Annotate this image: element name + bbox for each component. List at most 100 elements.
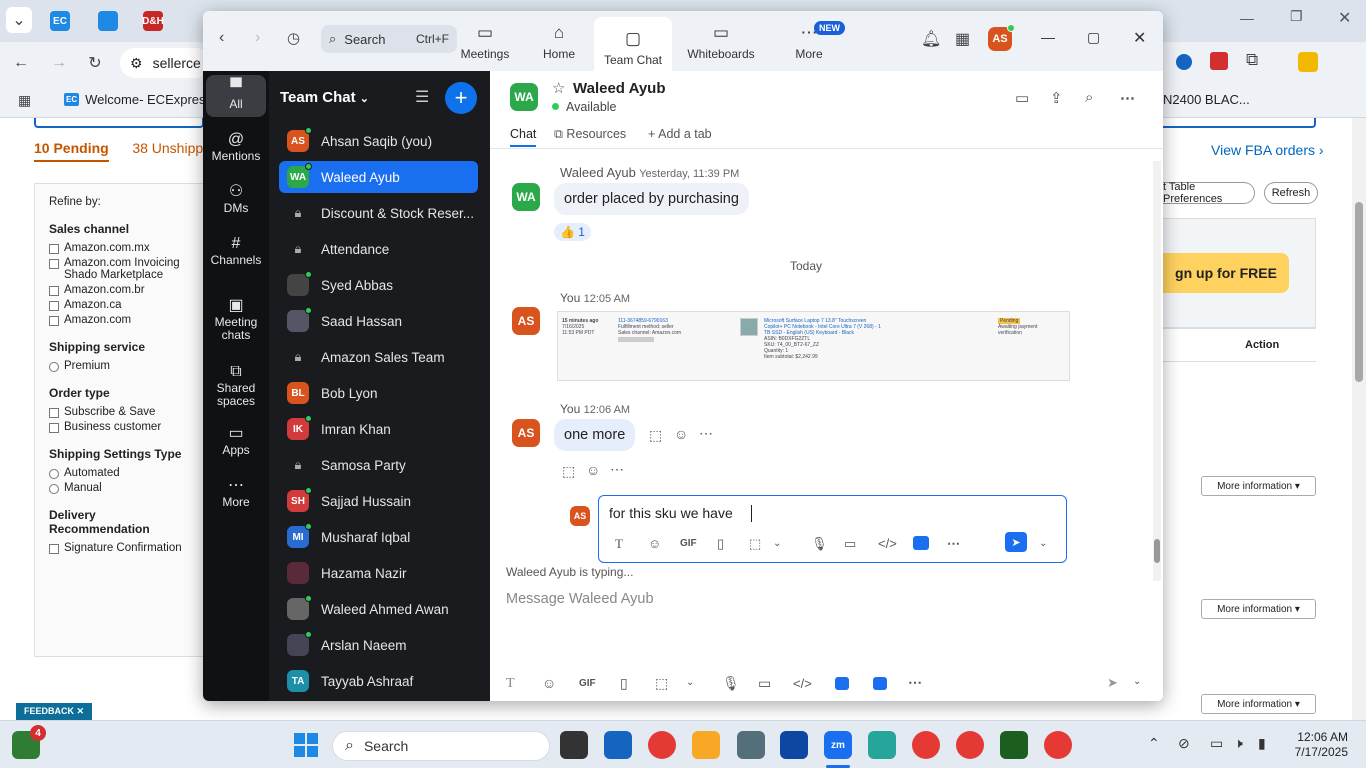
close-icon[interactable]: ✕: [1133, 28, 1146, 48]
history-icon[interactable]: ◷: [287, 29, 300, 47]
checkbox[interactable]: [49, 244, 59, 254]
puzzle-icon[interactable]: ⧉: [1246, 50, 1258, 70]
app-icon[interactable]: [913, 536, 929, 550]
chrome-icon[interactable]: [912, 731, 940, 759]
refine-option[interactable]: Subscribe & Save: [49, 406, 194, 418]
zoom-search-bar[interactable]: ⌕ Search Ctrl+F: [321, 25, 457, 53]
minimize-icon[interactable]: —: [1041, 29, 1055, 45]
rail-all[interactable]: ▀ All: [206, 75, 266, 117]
refine-option[interactable]: Amazon.com: [49, 314, 194, 326]
tab-resources[interactable]: ⧉ Resources: [554, 127, 626, 142]
radio-button[interactable]: [49, 362, 59, 372]
chat-scrollbar-thumb[interactable]: [1154, 539, 1160, 563]
emoji-icon[interactable]: ☺: [542, 675, 556, 691]
view-fba-link[interactable]: View FBA orders ›: [1211, 142, 1324, 158]
contact-item[interactable]: MI Musharaf Iqbal: [279, 521, 478, 553]
feedback-button[interactable]: FEEDBACK ✕: [16, 703, 93, 720]
star-icon[interactable]: ☆: [552, 79, 565, 97]
chevron-down-icon[interactable]: ⌄: [686, 677, 694, 688]
nav-team-chat[interactable]: ▢ Team Chat: [594, 17, 672, 71]
more-options-icon[interactable]: ⋯: [947, 536, 960, 552]
emoji-icon[interactable]: ☺: [648, 536, 661, 551]
back-icon[interactable]: ‹: [219, 29, 224, 47]
file-explorer-icon[interactable]: [692, 731, 720, 759]
video-message-icon[interactable]: ▭: [758, 675, 771, 692]
contact-item[interactable]: WA Waleed Ayub: [279, 161, 478, 193]
send-button[interactable]: ➤: [1005, 532, 1027, 552]
refine-option[interactable]: Business customer: [49, 421, 194, 433]
rail-apps[interactable]: ▭ Apps: [206, 421, 266, 463]
rail-more[interactable]: ⋯ More: [206, 473, 266, 515]
sender-name[interactable]: Waleed Ayub: [560, 165, 636, 180]
profile-icon[interactable]: [1298, 52, 1318, 72]
zoom-taskbar-icon[interactable]: zm: [824, 731, 852, 759]
contact-item[interactable]: BL Bob Lyon: [279, 377, 478, 409]
more-info-button-2[interactable]: More information ▾: [1201, 599, 1316, 619]
chrome-icon[interactable]: [956, 731, 984, 759]
message-bubble[interactable]: one more: [554, 419, 636, 451]
more-options-icon[interactable]: ⋯: [1120, 89, 1135, 107]
sender-name[interactable]: You: [560, 291, 580, 305]
chat-scrollbar[interactable]: [1153, 161, 1161, 581]
video-message-icon[interactable]: ▭: [844, 536, 856, 552]
contact-item[interactable]: 🔒︎ Attendance: [279, 233, 478, 265]
bookmark-right[interactable]: N2400 BLAC...: [1163, 92, 1250, 107]
send-icon[interactable]: ➤: [1107, 675, 1118, 691]
contact-item[interactable]: TA Tayyab Ashraaf: [279, 665, 478, 697]
tray-chevron-up-icon[interactable]: ⌃: [1148, 735, 1160, 752]
system-clock[interactable]: 12:06 AM 7/17/2025: [1282, 730, 1348, 760]
code-snippet-icon[interactable]: </>: [793, 676, 812, 691]
search-icon[interactable]: ⌕: [1085, 89, 1093, 106]
nav-whiteboards[interactable]: ▭ Whiteboards: [675, 17, 767, 65]
task-view-icon[interactable]: [560, 731, 588, 759]
refine-option[interactable]: Automated: [49, 467, 194, 479]
forward-icon[interactable]: ›: [255, 29, 260, 47]
more-options-icon[interactable]: ⋯: [699, 425, 713, 442]
format-text-icon[interactable]: T: [506, 676, 515, 692]
browser-close-icon[interactable]: ✕: [1338, 8, 1351, 28]
display-icon[interactable]: ▭: [1210, 735, 1223, 752]
tab-chat[interactable]: Chat: [510, 127, 537, 147]
chevron-down-icon[interactable]: ⌄: [1039, 538, 1047, 549]
reply-icon[interactable]: ⬚: [649, 427, 662, 444]
contact-item[interactable]: Waleed Ahmed Awan: [279, 593, 478, 625]
chevron-down-icon[interactable]: ⌄: [773, 538, 781, 549]
contact-item[interactable]: 🔒︎ Discount & Stock Reser...: [279, 197, 478, 229]
forward-icon[interactable]: →: [46, 50, 72, 76]
chevron-down-icon[interactable]: ⌄: [1133, 676, 1141, 687]
bookmark-ecexpress[interactable]: EC Welcome- ECExpres...: [64, 92, 216, 107]
tab-unshipped[interactable]: 38 Unshippe: [132, 140, 211, 156]
refine-option[interactable]: Amazon.com.br: [49, 284, 194, 296]
filter-icon[interactable]: ☰: [415, 87, 429, 107]
contact-item[interactable]: AS Ahsan Saqib (you): [279, 125, 478, 157]
nav-meetings[interactable]: ▭ Meetings: [446, 17, 524, 65]
apps-grid-icon[interactable]: ▦: [18, 92, 31, 109]
site-info-icon[interactable]: ⚙: [130, 55, 143, 72]
screenshot-icon[interactable]: ⬚: [655, 675, 668, 692]
volume-icon[interactable]: 🕨: [1234, 735, 1243, 752]
reaction-badge[interactable]: 👍 1: [554, 223, 591, 241]
checkbox[interactable]: [49, 259, 59, 269]
checkbox[interactable]: [49, 301, 59, 311]
refine-option[interactable]: Premium: [49, 360, 194, 372]
store-icon[interactable]: [604, 731, 632, 759]
rail-mentions[interactable]: @ Mentions: [206, 127, 266, 169]
calendar-icon[interactable]: ▦: [955, 29, 970, 49]
chrome-icon[interactable]: [648, 731, 676, 759]
reply-composer[interactable]: for this sku we have T ☺ GIF ▯ ⬚ ⌄ 🎙︎ ▭ …: [598, 495, 1067, 563]
tab-dh-icon[interactable]: D&H: [142, 11, 164, 31]
tab-ecexpress-icon[interactable]: EC: [50, 11, 70, 31]
more-options-icon[interactable]: ⋯: [908, 674, 922, 691]
pdf-extension-icon[interactable]: [1210, 52, 1228, 70]
rail-dms[interactable]: ⚇ DMs: [206, 179, 266, 221]
browser-minimize-icon[interactable]: —: [1240, 10, 1254, 26]
signup-button[interactable]: gn up for FREE: [1163, 253, 1289, 293]
more-info-button-1[interactable]: More information ▾: [1201, 476, 1316, 496]
widgets-icon[interactable]: 4: [12, 725, 46, 759]
refine-option[interactable]: Amazon.com Invoicing Shado Marketplace: [49, 257, 194, 281]
rail-meeting-chats[interactable]: ▣ Meeting chats: [206, 293, 266, 348]
checkbox[interactable]: [49, 423, 59, 433]
microphone-icon[interactable]: 🎙︎: [722, 675, 740, 692]
contact-item[interactable]: Hazama Nazir: [279, 557, 478, 589]
close-icon[interactable]: ✕: [77, 706, 85, 716]
